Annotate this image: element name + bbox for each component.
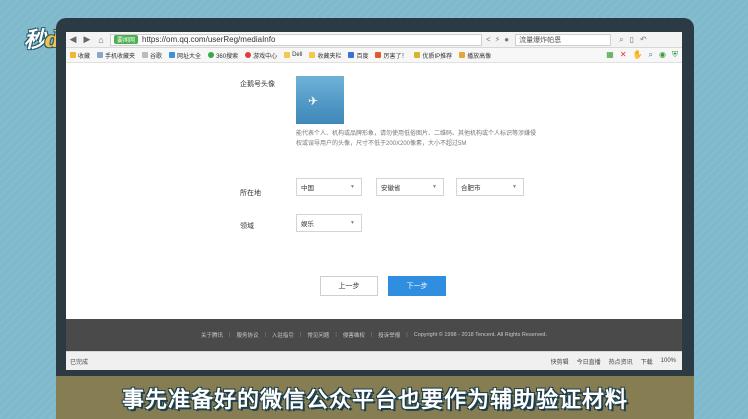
home-icon[interactable]: ⌂ (94, 35, 108, 45)
url-text[interactable]: https://om.qq.com/userReg/mediaInfo (142, 35, 275, 44)
prev-button[interactable]: 上一步 (320, 276, 378, 296)
status-item[interactable]: 快剪辑 (551, 357, 569, 366)
chevron-down-icon: ▼ (350, 220, 355, 226)
avatar-label: 企鹅号头像 (240, 81, 275, 88)
page-footer: 关于腾讯 | 服务协议 | 入驻指引 | 常见问题 | 侵害维权 | 投诉举报 | Copy… (66, 319, 682, 351)
bookmark-item[interactable]: 收藏夹栏 (309, 51, 341, 60)
footer-link[interactable]: 投诉举报 (378, 331, 400, 339)
undo-icon[interactable]: ↶ (640, 35, 647, 45)
footer-link[interactable]: 关于腾讯 (201, 331, 223, 339)
province-value: 安徽省 (381, 185, 401, 192)
airplane-icon: ✈ (308, 94, 319, 108)
chevron-down-icon: ▼ (512, 184, 517, 190)
bookmark-item[interactable]: 手机收藏夹 (97, 51, 135, 60)
status-item[interactable]: 热点资讯 (609, 357, 633, 366)
search-icon[interactable]: ⌕ (619, 35, 623, 45)
lightning-icon[interactable]: ⚡ (495, 35, 501, 44)
avatar-help-text: 能代表个人、机构或品牌形象，请勿使用低俗图片、二维码、其他机构或个人标识等涉嫌侵… (296, 131, 537, 147)
hand-icon[interactable]: ✋ (633, 50, 643, 60)
bookmark-item[interactable]: 谷歌 (142, 51, 162, 60)
chevron-down-icon: ▼ (350, 184, 355, 190)
status-item[interactable]: 下载 (641, 357, 653, 366)
city-select[interactable]: 合肥市 ▼ (456, 178, 524, 196)
footer-link[interactable]: 侵害维权 (343, 331, 365, 339)
zoom-level[interactable]: 100% (661, 358, 676, 364)
footer-link[interactable]: 常见问题 (307, 331, 329, 339)
field-select[interactable]: 娱乐 ▼ (296, 214, 362, 232)
bookmark-item[interactable]: 游戏中心 (245, 51, 277, 60)
gamepad-icon[interactable]: ◉ (659, 50, 666, 60)
magnifier-icon[interactable]: ⌕ (649, 50, 653, 60)
copyright-text: Copyright © 1998 - 2018 Tencent. All Rig… (413, 332, 547, 338)
share-icon[interactable]: < (486, 35, 491, 44)
shield-icon[interactable]: ⛨ (672, 50, 678, 60)
chevron-down-icon: ▼ (432, 184, 437, 190)
back-icon[interactable]: ◀ (66, 34, 80, 45)
search-input[interactable]: 流量爆炸帕恩 (515, 33, 612, 46)
country-value: 中国 (301, 185, 314, 192)
city-value: 合肥市 (461, 185, 481, 192)
field-value: 娱乐 (301, 221, 314, 228)
bookmark-item[interactable]: 优质IP推荐 (414, 51, 452, 60)
country-select[interactable]: 中国 ▼ (296, 178, 362, 196)
secure-badge: 要闻网 (114, 35, 139, 44)
location-label: 所在地 (240, 190, 261, 197)
province-select[interactable]: 安徽省 ▼ (376, 178, 444, 196)
status-bar: 已完成 快剪辑 今日直播 热点资讯 下载 100% (66, 351, 682, 370)
mic-icon[interactable]: ● (504, 35, 509, 44)
url-field[interactable]: 要闻网 https://om.qq.com/userReg/mediaInfo (110, 33, 482, 46)
bookmark-item[interactable]: 百度 (348, 51, 368, 60)
bookmark-item[interactable]: 收藏 (70, 51, 90, 60)
field-label: 领域 (240, 223, 254, 230)
footer-link[interactable]: 入驻指引 (272, 331, 294, 339)
bookmark-item[interactable]: 厉害了！ (375, 51, 407, 60)
status-text: 已完成 (70, 359, 89, 366)
close-icon[interactable]: ✕ (620, 50, 627, 60)
bookmark-item[interactable]: 播放高像 (459, 51, 491, 60)
search-text: 流量爆炸帕恩 (519, 36, 562, 44)
subtitle-caption: 事先准备好的微信公众平台也要作为辅助验证材料 (56, 376, 694, 419)
status-item[interactable]: 今日直播 (577, 357, 601, 366)
logo-part-a: 秒 (24, 27, 46, 53)
bookmark-item[interactable]: 网址大全 (169, 51, 201, 60)
bookmark-item[interactable]: 360搜索 (208, 51, 238, 60)
address-bar: ◀ ▶ ⌂ 要闻网 https://om.qq.com/userReg/medi… (66, 32, 682, 48)
next-button[interactable]: 下一步 (388, 276, 446, 296)
avatar-upload[interactable]: ✈ (296, 76, 344, 124)
bookmark-item[interactable]: Dell (284, 52, 302, 58)
tablet-icon[interactable]: ▯ (630, 35, 634, 45)
caption-text: 事先准备好的微信公众平台也要作为辅助验证材料 (121, 387, 628, 413)
grid-icon[interactable]: ▦ (606, 50, 614, 60)
bookmark-bar: 收藏 手机收藏夹 谷歌 网址大全 360搜索 游戏中心 Dell 收藏夹栏 百度… (66, 48, 682, 63)
browser-window: ◀ ▶ ⌂ 要闻网 https://om.qq.com/userReg/medi… (66, 32, 682, 370)
registration-page: 企鹅号头像 ✈ 能代表个人、机构或品牌形象，请勿使用低俗图片、二维码、其他机构或… (66, 63, 682, 319)
footer-link[interactable]: 服务协议 (236, 331, 258, 339)
forward-icon[interactable]: ▶ (80, 34, 94, 45)
